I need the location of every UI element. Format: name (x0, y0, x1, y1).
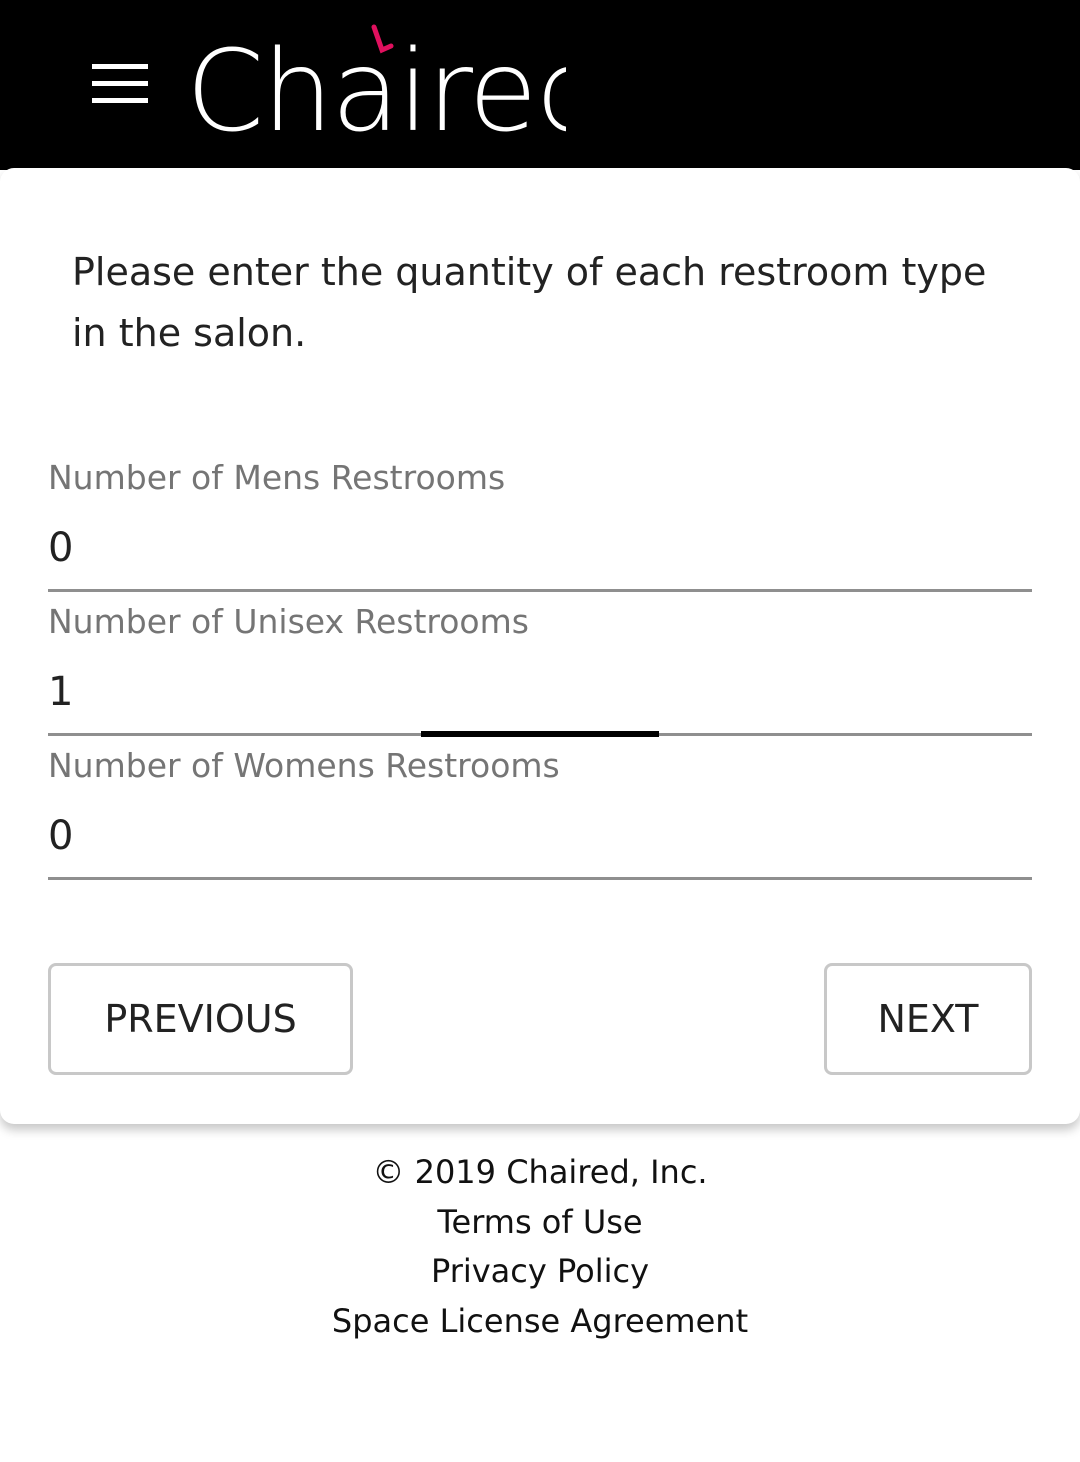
mens-restrooms-underline (48, 589, 1032, 592)
mens-restrooms-label: Number of Mens Restrooms (48, 458, 506, 497)
womens-restrooms-underline (48, 877, 1032, 880)
space-license-agreement-link[interactable]: Space License Agreement (332, 1302, 748, 1340)
unisex-restrooms-input[interactable] (48, 650, 1032, 734)
womens-restrooms-field: Number of Womens Restrooms (48, 746, 1032, 890)
privacy-policy-link[interactable]: Privacy Policy (431, 1252, 649, 1290)
form-card: Please enter the quantity of each restro… (0, 168, 1080, 1124)
mens-restrooms-input[interactable] (48, 506, 1032, 590)
previous-button[interactable]: PREVIOUS (48, 963, 353, 1075)
svg-text:Chaired: Chaired (186, 27, 566, 140)
form-instructions: Please enter the quantity of each restro… (72, 250, 987, 355)
mens-restrooms-field: Number of Mens Restrooms (48, 458, 1032, 602)
chaired-logo[interactable]: Chaired (186, 20, 566, 140)
unisex-restrooms-field: Number of Unisex Restrooms (48, 602, 1032, 746)
app-header: Chaired (0, 0, 1080, 170)
next-button[interactable]: NEXT (824, 963, 1032, 1075)
hamburger-menu-icon[interactable] (92, 64, 148, 104)
terms-of-use-link[interactable]: Terms of Use (437, 1203, 642, 1241)
unisex-restrooms-label: Number of Unisex Restrooms (48, 602, 529, 641)
page-footer: © 2019 Chaired, Inc. Terms of Use Privac… (0, 1148, 1080, 1346)
unisex-restrooms-focus-indicator (421, 731, 659, 737)
womens-restrooms-label: Number of Womens Restrooms (48, 746, 560, 785)
copyright-text: © 2019 Chaired, Inc. (372, 1153, 708, 1191)
womens-restrooms-input[interactable] (48, 794, 1032, 878)
